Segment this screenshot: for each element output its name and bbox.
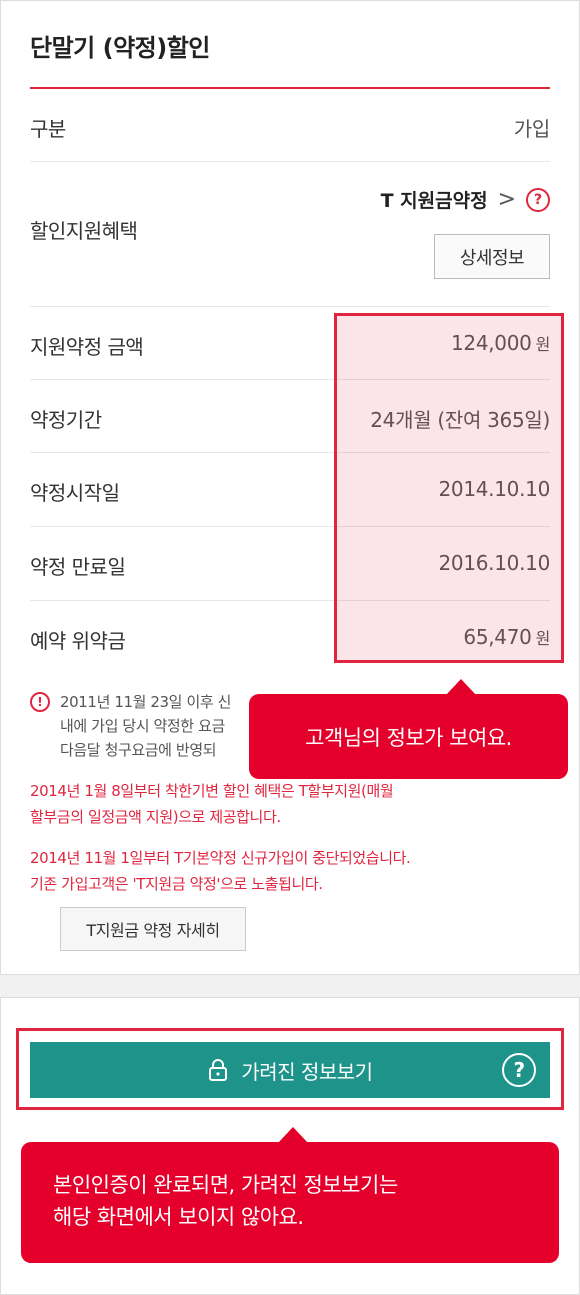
lock-icon — [207, 1058, 229, 1082]
help-icon[interactable]: ? — [526, 187, 550, 212]
benefit-name[interactable]: T 지원금약정 — [381, 186, 488, 213]
values-highlight-box — [334, 313, 564, 663]
info-label: 약정기간 — [30, 408, 102, 432]
benefit-row: 할인지원혜택 T 지원금약정 > ? 상세정보 — [30, 162, 550, 307]
info-label: 약정 만료일 — [30, 555, 126, 579]
reveal-label: 가려진 정보보기 — [241, 1059, 373, 1084]
reveal-tooltip: 본인인증이 완료되면, 가려진 정보보기는 해당 화면에서 보이지 않아요. — [21, 1127, 559, 1263]
section-title: 단말기 (약정)할인 — [30, 34, 210, 62]
info-tooltip: 고객님의 정보가 보여요. — [249, 679, 568, 779]
info-label: 지원약정 금액 — [30, 335, 144, 359]
info-label: 약정시작일 — [30, 481, 120, 505]
detail-info-button[interactable]: 상세정보 — [434, 234, 550, 279]
header-label: 구분 — [30, 117, 66, 141]
chevron-right-icon: > — [497, 186, 516, 212]
red-notice: 2014년 11월 1일부터 T기본약정 신규가입이 중단되었습니다. 기존 가… — [30, 849, 411, 893]
benefit-link[interactable]: T 지원금약정 > ? — [381, 186, 550, 213]
benefit-label: 할인지원혜택 — [30, 219, 138, 243]
reveal-info-button[interactable]: 가려진 정보보기 ? — [30, 1042, 550, 1098]
help-icon[interactable]: ? — [502, 1053, 536, 1087]
red-notice: 2014년 1월 8일부터 착한기변 할인 혜택은 T할부지원(매월 할부금의 … — [30, 782, 394, 826]
alert-icon: ! — [30, 692, 50, 712]
info-label: 예약 위약금 — [30, 629, 126, 653]
header-row: 구분 가입 — [30, 89, 550, 162]
header-value: 가입 — [513, 117, 551, 141]
t-subsidy-detail-button[interactable]: T지원금 약정 자세히 — [60, 907, 246, 951]
